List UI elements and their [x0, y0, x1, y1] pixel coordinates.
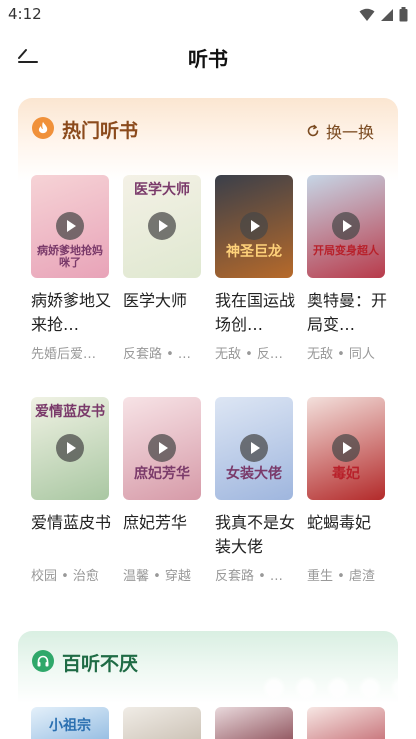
book-tags: 反套路 • …	[123, 347, 191, 362]
cover-title-art: 神圣巨龙	[226, 244, 282, 260]
play-icon[interactable]	[240, 212, 268, 240]
favorite-book-cover[interactable]	[215, 707, 293, 739]
book-tags: 校园 • 治愈	[31, 569, 99, 584]
book-tags: 温馨 • 穿越	[123, 569, 191, 584]
status-icons	[359, 7, 408, 22]
refresh-button[interactable]: 换一换	[306, 119, 374, 143]
play-icon[interactable]	[56, 212, 84, 240]
flame-icon	[32, 117, 54, 139]
cover-title-art: 医学大师	[134, 182, 190, 198]
book-cover[interactable]: 女装大佬	[215, 397, 293, 500]
book-item[interactable]: 神圣巨龙我在国运战场创… 无敌 • 反…	[215, 175, 297, 362]
battery-icon	[399, 7, 408, 22]
book-title: 爱情蓝皮书	[31, 513, 112, 532]
cover-title-art: 庶妃芳华	[134, 466, 190, 482]
play-icon[interactable]	[148, 212, 176, 240]
book-item[interactable]: 女装大佬我真不是女装大佬反套路 • …	[215, 397, 297, 584]
cover-title-art: 开局变身超人	[313, 244, 379, 257]
book-item[interactable]: 医学大师 医学大师 反套路 • …	[123, 175, 205, 362]
book-title: 庶妃芳华	[123, 513, 188, 532]
book-tags: 反套路 • …	[215, 569, 283, 584]
refresh-icon	[307, 124, 319, 137]
headphones-icon	[32, 650, 54, 672]
book-item[interactable]: 爱情蓝皮书 爱情蓝皮书 校园 • 治愈	[31, 397, 113, 584]
hot-section-title: 热门听书	[62, 120, 139, 142]
book-tags: 无敌 • 同人	[307, 347, 375, 362]
book-tags: 先婚后爱…	[31, 347, 97, 362]
book-cover[interactable]: 病娇爹地抢妈咪了	[31, 175, 109, 278]
book-item[interactable]: 毒妃蛇蝎毒妃重生 • 虐渣	[307, 397, 389, 584]
favorite-covers: 小祖宗	[31, 707, 401, 739]
hot-section-header: 热门听书 换一换	[18, 114, 398, 146]
book-cover[interactable]: 神圣巨龙	[215, 175, 293, 278]
watermark	[262, 676, 414, 700]
hot-listening-section: 热门听书 换一换 病娇爹地抢妈咪了 病娇爹地又来抢… 先婚后爱… 医学大师 医学大师 反套…	[18, 98, 398, 618]
favorite-section-title: 百听不厌	[62, 653, 139, 675]
favorite-book-cover[interactable]	[307, 707, 385, 739]
book-tags: 无敌 • 反…	[215, 347, 283, 362]
refresh-label: 换一换	[325, 123, 374, 142]
book-cover[interactable]: 爱情蓝皮书	[31, 397, 109, 500]
favorite-section-header: 百听不厌	[18, 647, 398, 679]
book-cover[interactable]: 医学大师	[123, 175, 201, 278]
favorite-book-cover[interactable]: 小祖宗	[31, 707, 109, 739]
page-title: 听书	[188, 47, 228, 71]
book-item[interactable]: 庶妃芳华 庶妃芳华 温馨 • 穿越	[123, 397, 205, 584]
favorite-book-cover[interactable]	[123, 707, 201, 739]
book-cover[interactable]: 开局变身超人	[307, 175, 385, 278]
book-title: 医学大师	[123, 291, 188, 310]
status-time: 4:12	[8, 5, 42, 23]
cover-title-art: 毒妃	[332, 466, 360, 482]
book-item[interactable]: 病娇爹地抢妈咪了病娇爹地又来抢… 先婚后爱…	[31, 175, 113, 362]
cover-title-art: 病娇爹地抢妈咪了	[37, 244, 103, 270]
book-title: 病娇爹地又来抢…	[31, 291, 112, 334]
play-icon[interactable]	[332, 434, 360, 462]
book-tags: 重生 • 虐渣	[307, 569, 375, 584]
book-cover[interactable]: 毒妃	[307, 397, 385, 500]
wifi-icon	[359, 8, 375, 21]
signal-icon	[381, 8, 393, 21]
play-icon[interactable]	[148, 434, 176, 462]
play-icon[interactable]	[56, 434, 84, 462]
status-bar: 4:12	[0, 0, 416, 30]
play-icon[interactable]	[240, 434, 268, 462]
book-title: 奥特曼：开局变…	[307, 291, 388, 334]
book-title: 我真不是女装大佬	[215, 513, 296, 556]
book-item[interactable]: 开局变身超人奥特曼：开局变… 无敌 • 同人	[307, 175, 389, 362]
book-title: 我在国运战场创…	[215, 291, 296, 334]
play-icon[interactable]	[332, 212, 360, 240]
cover-title-art: 女装大佬	[226, 466, 282, 482]
cover-title-art: 小祖宗	[49, 718, 91, 734]
book-cover[interactable]: 庶妃芳华	[123, 397, 201, 500]
cover-title-art: 爱情蓝皮书	[35, 404, 105, 420]
nav-bar: 听书	[0, 36, 416, 76]
book-title: 蛇蝎毒妃	[307, 513, 372, 532]
